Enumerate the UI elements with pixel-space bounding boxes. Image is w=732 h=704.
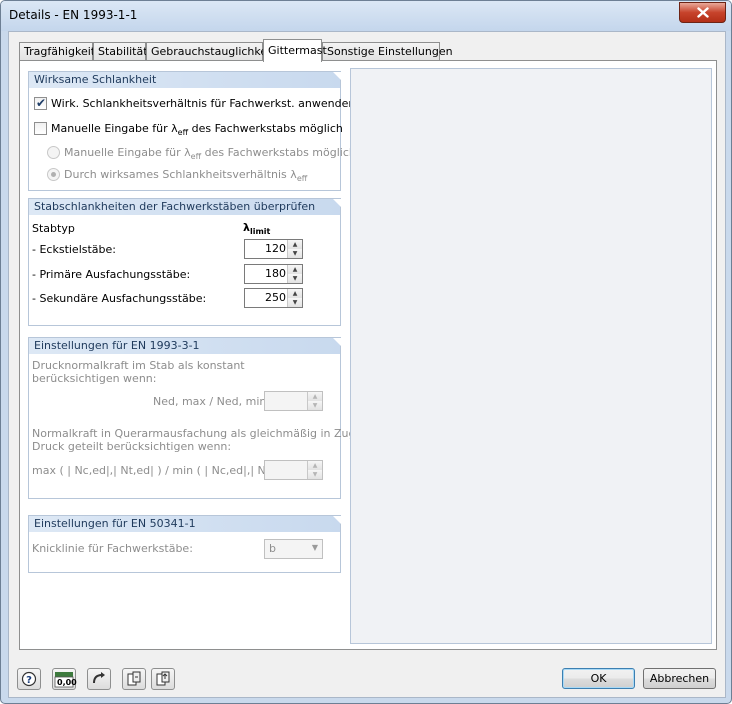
tab-label: Stabilität bbox=[98, 45, 148, 58]
group-en-50341-1: Einstellungen für EN 50341-1 Knicklinie … bbox=[28, 515, 341, 573]
manual-input-radio[interactable] bbox=[47, 146, 60, 159]
manual-input-radio-label: Manuelle Eingabe für λeff des Fachwerkst… bbox=[64, 146, 356, 162]
effective-ratio-radio-label: Durch wirksames Schlankheitsverhältnis λ… bbox=[64, 168, 308, 184]
tab-tragfaehigkeit[interactable]: Tragfähigkeit bbox=[19, 42, 96, 60]
ratio1-label: Ned, max / Ned, min < bbox=[153, 395, 280, 408]
compression-text-line1: Drucknormalkraft im Stab als konstant bbox=[32, 359, 245, 372]
save-settings-button[interactable] bbox=[151, 668, 175, 690]
column-header-lambda-limit: λlimit bbox=[243, 221, 271, 237]
group-en-1993-3-1: Einstellungen für EN 1993-3-1 Drucknorma… bbox=[28, 337, 380, 499]
close-button[interactable] bbox=[679, 2, 726, 23]
preview-panel bbox=[350, 68, 712, 644]
help-button[interactable]: ? bbox=[17, 668, 41, 690]
crossarm-text-line1: Normalkraft in Querarmausfachung als gle… bbox=[32, 427, 380, 440]
sekundaere-limit-spinbox[interactable]: 250 ▲ ▼ bbox=[244, 288, 303, 308]
document-export-icon bbox=[156, 671, 170, 686]
manual-lambda-eff-label: Manuelle Eingabe für λeff des Fachwerkst… bbox=[51, 122, 343, 138]
calculator-label: 0,00 bbox=[57, 678, 77, 687]
buckling-curve-label: Knicklinie für Fachwerkstäbe: bbox=[32, 542, 193, 555]
apply-effective-slenderness-checkbox[interactable]: ✔ bbox=[34, 96, 47, 110]
manual-lambda-eff-checkbox[interactable] bbox=[34, 122, 47, 135]
group-title: Stabschlankheiten der Fachwerkstäben übe… bbox=[29, 199, 341, 215]
spin-down-icon[interactable]: ▼ bbox=[308, 470, 322, 479]
tab-stabilitaet[interactable]: Stabilität bbox=[93, 42, 148, 60]
ratio1-spinbox[interactable]: ▲ ▼ bbox=[264, 391, 323, 411]
tab-gittermast[interactable]: Gittermast bbox=[263, 39, 327, 62]
window-title: Details - EN 1993-1-1 bbox=[9, 8, 138, 22]
default-values-button[interactable] bbox=[87, 668, 111, 690]
document-import-icon bbox=[127, 671, 141, 686]
load-settings-button[interactable] bbox=[122, 668, 146, 690]
tab-label: Gebrauchstauglichkeit bbox=[151, 45, 275, 58]
tab-label: Tragfähigkeit bbox=[24, 45, 96, 58]
group-title: Einstellungen für EN 1993-3-1 bbox=[29, 338, 341, 354]
tab-label: Sonstige Einstellungen bbox=[327, 45, 453, 58]
dialog-client: Tragfähigkeit Stabilität Gebrauchstaugli… bbox=[8, 31, 726, 698]
spin-down-icon[interactable]: ▼ bbox=[288, 274, 302, 283]
effective-ratio-radio[interactable] bbox=[47, 168, 60, 181]
arrow-curve-icon bbox=[93, 672, 105, 684]
group-wirksame-schlankheit: Wirksame Schlankheit ✔ Wirk. Schlankheit… bbox=[28, 71, 356, 191]
apply-effective-slenderness-label: Wirk. Schlankheitsverhältnis für Fachwer… bbox=[51, 97, 356, 110]
group-stabschlankheiten: Stabschlankheiten der Fachwerkstäben übe… bbox=[28, 198, 341, 326]
ok-button[interactable]: OK bbox=[562, 668, 635, 689]
ratio2-spinbox[interactable]: ▲ ▼ bbox=[264, 460, 323, 480]
help-icon: ? bbox=[21, 671, 37, 687]
spin-down-icon[interactable]: ▼ bbox=[308, 401, 322, 410]
svg-text:?: ? bbox=[26, 675, 32, 686]
spin-down-icon[interactable]: ▼ bbox=[288, 249, 302, 258]
row-label-eckstielstaebe: - Eckstielstäbe: bbox=[32, 243, 116, 256]
group-title: Wirksame Schlankheit bbox=[29, 72, 341, 88]
crossarm-text-line2: Druck geteilt berücksichtigen wenn: bbox=[32, 440, 232, 453]
group-title: Einstellungen für EN 50341-1 bbox=[29, 516, 341, 532]
tab-gebrauchstauglichkeit[interactable]: Gebrauchstauglichkeit bbox=[146, 42, 275, 60]
compression-text-line2: berücksichtigen wenn: bbox=[32, 372, 157, 385]
close-icon bbox=[696, 7, 709, 18]
column-header-stabtyp: Stabtyp bbox=[32, 222, 75, 235]
buckling-curve-select[interactable]: b ▼ bbox=[264, 539, 323, 559]
tab-sonstige-einstellungen[interactable]: Sonstige Einstellungen bbox=[322, 42, 453, 60]
cancel-button[interactable]: Abbrechen bbox=[643, 668, 716, 689]
row-label-sekundaere-ausfachungsstaebe: - Sekundäre Ausfachungsstäbe: bbox=[32, 292, 207, 305]
dialog-window: Details - EN 1993-1-1 Tragfähigkeit Stab… bbox=[0, 0, 732, 704]
primaere-limit-spinbox[interactable]: 180 ▲ ▼ bbox=[244, 264, 303, 284]
chevron-down-icon: ▼ bbox=[311, 543, 318, 552]
calculator-button[interactable]: 0,00 bbox=[52, 668, 77, 690]
title-bar[interactable]: Details - EN 1993-1-1 bbox=[1, 1, 731, 31]
tab-pane-gittermast: Wirksame Schlankheit ✔ Wirk. Schlankheit… bbox=[19, 60, 717, 650]
check-icon: ✔ bbox=[36, 96, 47, 110]
eckstielstaebe-limit-spinbox[interactable]: 120 ▲ ▼ bbox=[244, 239, 303, 259]
spin-down-icon[interactable]: ▼ bbox=[288, 298, 302, 307]
row-label-primaere-ausfachungsstaebe: - Primäre Ausfachungsstäbe: bbox=[32, 268, 191, 281]
tab-label: Gittermast bbox=[268, 44, 327, 57]
